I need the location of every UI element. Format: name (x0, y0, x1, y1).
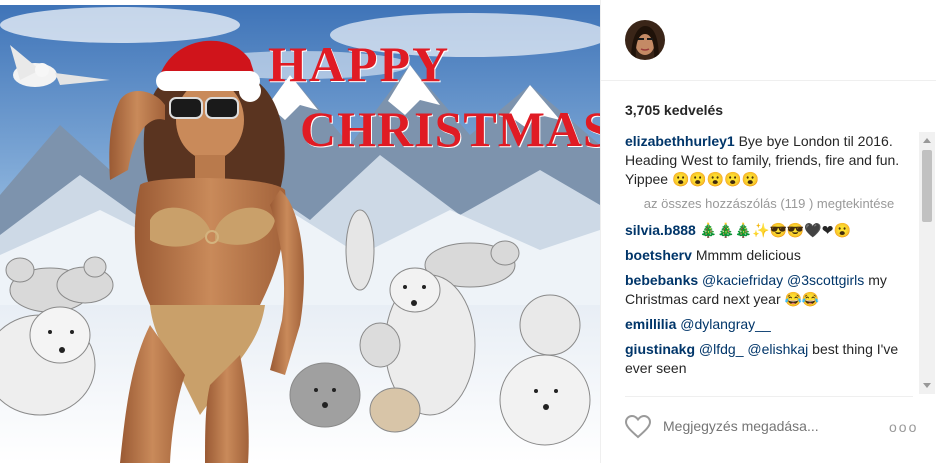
post-photo[interactable]: HAPPY CHRISTMAS (0, 5, 600, 463)
comment-username[interactable]: elizabethhurley1 (625, 133, 735, 149)
scroll-thumb[interactable] (922, 150, 932, 222)
add-comment-input[interactable] (663, 418, 863, 434)
comment-username[interactable]: silvia.b888 (625, 222, 696, 238)
headline-christmas: CHRISTMAS (300, 101, 600, 157)
comment-username[interactable]: boetsherv (625, 247, 692, 263)
comment-item: silvia.b888 🎄🎄🎄✨😎😎🖤❤😮 (625, 221, 913, 240)
scroll-up-arrow-icon[interactable] (923, 138, 931, 143)
likes-count[interactable]: 3,705 kedvelés (625, 102, 723, 118)
comment-username[interactable]: emillilia (625, 316, 676, 332)
comment-item: boetsherv Mmmm delicious (625, 246, 913, 265)
instagram-post: HAPPY CHRISTMAS 3,705 kedvelés elizabeth… (0, 0, 936, 463)
comments-list: elizabethhurley1 Bye bye London til 2016… (625, 132, 913, 394)
scroll-down-arrow-icon[interactable] (923, 383, 931, 388)
heart-icon[interactable] (624, 414, 652, 439)
divider (625, 396, 913, 397)
comment-mention[interactable]: @lfdg_ @elishkaj (699, 341, 808, 357)
comment-username[interactable]: bebebanks (625, 272, 698, 288)
comment-mention[interactable]: @dylangray__ (680, 316, 771, 332)
comment-mention[interactable]: @kaciefriday @3scottgirls (702, 272, 864, 288)
load-more-comments[interactable]: az összes hozzászólás (119 ) megtekintés… (625, 195, 913, 213)
post-footer: ooo (601, 405, 936, 450)
comment-item: emillilia @dylangray__ (625, 315, 913, 334)
comment-item: elizabethhurley1 Bye bye London til 2016… (625, 132, 913, 189)
headline-happy: HAPPY (268, 36, 451, 92)
more-options-button[interactable]: ooo (889, 419, 918, 435)
comment-text: 🎄🎄🎄✨😎😎🖤❤😮 (699, 222, 851, 238)
comment-item: bebebanks @kaciefriday @3scottgirls my C… (625, 271, 913, 309)
avatar[interactable] (625, 20, 665, 60)
comments-scrollbar[interactable] (919, 132, 935, 394)
comment-username[interactable]: giustinakg (625, 341, 695, 357)
post-side-panel: 3,705 kedvelés elizabethhurley1 Bye bye … (600, 0, 936, 463)
post-header (601, 0, 936, 81)
comment-item: giustinakg @lfdg_ @elishkaj best thing I… (625, 340, 913, 378)
comment-text: Mmmm delicious (695, 247, 801, 263)
